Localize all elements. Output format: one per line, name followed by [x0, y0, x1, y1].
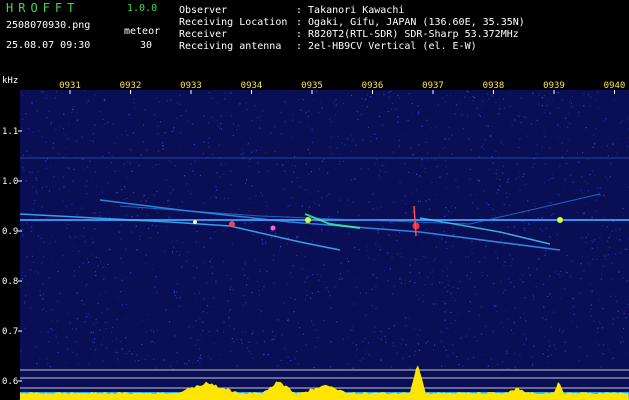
location-value: : Ogaki, Gifu, JAPAN (136.60E, 35.35N) — [296, 17, 525, 28]
y-tick-label: 0.7 — [2, 327, 18, 337]
y-tick-label: 0.9 — [2, 227, 18, 237]
x-tick-label: 0936 — [362, 81, 384, 91]
receiver-value: : R820T2(RTL-SDR) SDR-Sharp 53.372MHz — [296, 29, 519, 40]
x-tick-label: 0939 — [543, 81, 565, 91]
meteor-head — [229, 221, 235, 227]
y-axis-ticks: 1.1 1.0 0.9 0.8 0.7 0.6 — [2, 127, 22, 387]
y-tick-label: 0.6 — [2, 377, 18, 387]
y-tick-label: 0.8 — [2, 277, 18, 287]
x-tick-label: 0937 — [422, 81, 444, 91]
antenna-key: Receiving antenna — [179, 41, 282, 52]
app-version: 1.0.0 — [127, 3, 158, 14]
receiver-key: Receiver — [179, 29, 228, 40]
meteor-head — [193, 220, 197, 224]
y-tick-label: 1.1 — [2, 127, 18, 137]
x-tick-label: 0933 — [180, 81, 202, 91]
x-tick-label: 0932 — [120, 81, 142, 91]
y-axis-unit: kHz — [2, 76, 18, 86]
x-tick-label: 0940 — [604, 81, 626, 91]
x-tick-label: 0931 — [59, 81, 81, 91]
meteor-head — [305, 217, 311, 223]
meteor-count: 30 — [140, 40, 153, 51]
spectrogram-panel: kHz 1.1 1.0 0.9 0.8 0.7 0.6 0931 0932 0933 0934 0… — [0, 74, 629, 400]
header-panel: HROFFT 1.0.0 2508070930.png meteor 25.08… — [0, 0, 629, 74]
antenna-value: : 2el-HB9CV Vertical (el. E-W) — [296, 41, 477, 52]
app-name: HROFFT — [6, 1, 80, 15]
datetime-label: 25.08.07 09:30 — [6, 40, 91, 51]
waterfall-background — [20, 90, 629, 400]
observer-value: : Takanori Kawachi — [296, 5, 405, 16]
x-tick-label: 0938 — [483, 81, 505, 91]
meteor-head — [270, 225, 276, 231]
x-tick-label: 0935 — [301, 81, 323, 91]
observer-key: Observer — [179, 5, 228, 16]
meteor-label: meteor — [124, 26, 161, 37]
meteor-head — [557, 217, 563, 223]
x-tick-label: 0934 — [241, 81, 263, 91]
waterfall-plot: kHz 1.1 1.0 0.9 0.8 0.7 0.6 0931 0932 0933 0934 0… — [2, 76, 629, 400]
filename-label: 2508070930.png — [6, 20, 91, 31]
y-tick-label: 1.0 — [2, 177, 18, 187]
location-key: Receiving Location — [179, 17, 288, 28]
